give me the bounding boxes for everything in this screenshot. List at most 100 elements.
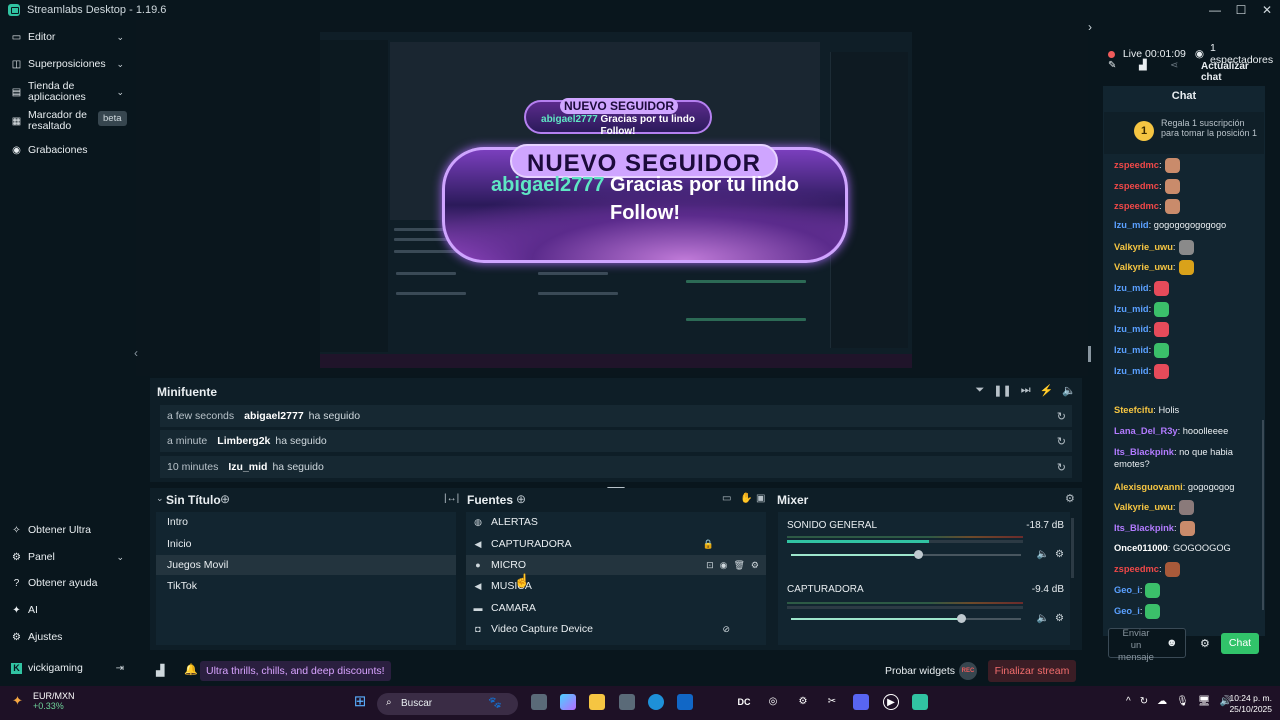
monitor-icon[interactable]: 🖥 [1198,696,1211,707]
chevron-left-icon[interactable]: ‹ [134,346,138,360]
media-player-icon[interactable]: ▶ [883,694,899,710]
skip-icon[interactable]: ⏭ [1021,384,1031,397]
source-item[interactable]: ◀ MUSICA [466,576,766,596]
capcut-icon[interactable]: DC [736,694,752,710]
source-item[interactable]: ▬ CAMARA [466,598,766,618]
edge-icon[interactable] [648,694,664,710]
stocks-widget-icon[interactable]: ✦ [12,693,23,709]
cloud-icon[interactable]: ☁ [1157,696,1167,707]
event-row: a minute Limberg2k ha seguido ↻ [160,430,1072,452]
capcut-app-icon[interactable]: ✂ [824,694,840,710]
notification-bell-icon[interactable]: 🔔 [184,663,198,676]
file-explorer-icon[interactable] [589,694,605,710]
windows-start-icon[interactable]: ⊞ [352,694,368,710]
add-source-icon[interactable]: ⊕ [516,492,526,506]
level-meter [787,606,1023,609]
source-item[interactable]: ◀ CAPTURADORA 🔒 [466,534,766,554]
chat-settings-icon[interactable]: ⚙ [1200,637,1210,650]
discord-icon[interactable] [853,694,869,710]
source-item[interactable]: ◘ Video Capture Device ⊘ [466,619,766,639]
stream-preview-canvas[interactable]: NUEVO SEGUIDOR abigael2777 Gracias por t… [320,32,912,368]
source-item-selected[interactable]: ● MICRO ⊡ ◉ 🗑 ⚙ [466,555,766,575]
taskbar-clock[interactable]: 10:24 p. m. 25/10/2025 [1222,693,1272,715]
refresh-chat-button[interactable]: Actualizar chat [1201,61,1268,83]
nav-item-marcador[interactable]: ▦ Marcador de resaltado beta [0,109,136,133]
popout-icon[interactable]: ▟ [1139,60,1147,71]
chat-send-button[interactable]: Chat [1221,633,1259,654]
stats-bar-chart-icon[interactable]: ▟ [156,664,164,677]
mute-alerts-icon[interactable]: ⚡ [1040,384,1054,397]
mic-tray-icon[interactable]: 🎙 [1176,696,1189,707]
nav-item-ai[interactable]: ✦ AI [0,603,136,617]
scene-item[interactable]: TikTok [156,576,456,596]
add-scene-icon[interactable]: ⊕ [220,492,230,506]
record-button[interactable]: REC [959,662,977,680]
mixer-scrollbar[interactable] [1071,518,1074,578]
task-view-icon[interactable] [531,694,547,710]
maximize-icon[interactable]: ☐ [1228,0,1254,20]
chat-message: Izu_mid: [1114,343,1262,358]
nav-item-ultra[interactable]: ✧ Obtener Ultra [0,523,136,537]
panel-resize-handle[interactable] [1088,346,1091,362]
chat-message: Alexisguovanni: gogogogog [1114,482,1235,492]
ultra-promo-banner[interactable]: Ultra thrills, chills, and deep discount… [200,661,391,681]
streamlabs-taskbar-icon[interactable] [912,694,928,710]
nav-item-editor[interactable]: ▭ Editor ⌄ [0,30,136,44]
lock-icon[interactable]: 🔒 [703,534,714,554]
speaker-icon[interactable]: 🔈 [1037,613,1049,624]
nav-item-panel[interactable]: ⚙ Panel ⌄ [0,550,136,564]
store-icon[interactable] [619,694,635,710]
folder-icon[interactable]: ▣ [756,493,765,504]
user-profile[interactable]: K vickigaming ⇥ [0,661,136,675]
close-icon[interactable]: ✕ [1254,0,1280,20]
source-group-icon[interactable]: ▭ [722,493,731,504]
eye-icon[interactable]: ◉ [720,555,728,575]
nav-item-grabaciones[interactable]: ◉ Grabaciones [0,143,136,157]
copilot-icon[interactable] [560,694,576,710]
sync-icon[interactable]: ↻ [1140,696,1148,707]
scene-item[interactable]: Inicio [156,534,456,554]
chat-scrollbar[interactable] [1262,420,1264,610]
logout-icon[interactable]: ⇥ [116,663,124,674]
replay-icon[interactable]: ↻ [1057,410,1066,423]
source-camera-icon[interactable]: ✋ [740,493,752,504]
lock-icon[interactable]: ⊡ [706,555,714,575]
replay-icon[interactable]: ↻ [1057,461,1066,474]
edit-pencil-icon[interactable]: ✎ [1108,60,1116,71]
obs-icon[interactable]: ◎ [765,694,781,710]
replay-icon[interactable]: ↻ [1057,435,1066,448]
nav-item-superposiciones[interactable]: ◫ Superposiciones ⌄ [0,57,136,71]
scene-item-selected[interactable]: Juegos Movil [156,555,456,575]
minimize-icon[interactable]: — [1202,0,1228,20]
source-item[interactable]: ◍ ALERTAS [466,512,766,532]
pause-icon[interactable]: ❚❚ [993,384,1011,397]
emoji-icon[interactable]: ☻ [1166,637,1178,649]
gear-app-icon[interactable]: ⚙ [795,694,811,710]
gear-icon[interactable]: ⚙ [751,555,759,575]
trash-icon[interactable]: 🗑 [733,555,744,575]
nav-item-ajustes[interactable]: ⚙ Ajustes [0,630,136,644]
speaker-icon[interactable]: 🔈 [1037,549,1049,560]
volume-slider[interactable] [791,614,1021,623]
share-icon[interactable]: ⋖ [1170,60,1178,71]
stocks-widget[interactable]: EUR/MXN +0.33% [33,691,75,711]
help-icon: ? [13,577,20,589]
test-widgets-button[interactable]: Probar widgets [885,665,955,677]
volume-icon[interactable]: 🔈 [1062,384,1076,397]
filter-icon[interactable]: ⏷ [975,384,984,397]
gear-icon[interactable]: ⚙ [1055,613,1064,624]
chevron-down-icon[interactable]: ⌄ [156,493,164,504]
nav-item-ayuda[interactable]: ? Obtener ayuda [0,576,136,590]
outlook-icon[interactable] [677,694,693,710]
scene-transition-icon[interactable]: |↔| [444,493,459,504]
scene-item[interactable]: Intro [156,512,456,532]
chat-emote-icon [1178,500,1194,515]
volume-slider[interactable] [791,550,1021,559]
chevron-up-icon[interactable]: ^ [1126,696,1131,707]
gear-icon[interactable]: ⚙ [1055,549,1064,560]
nav-item-tienda[interactable]: ▤ Tienda de aplicaciones ⌄ [0,80,136,104]
end-stream-button[interactable]: Finalizar stream [988,660,1076,682]
mixer-settings-icon[interactable]: ⚙ [1065,492,1075,505]
chevron-right-icon[interactable]: › [1088,20,1092,34]
eye-hidden-icon[interactable]: ⊘ [722,619,730,639]
